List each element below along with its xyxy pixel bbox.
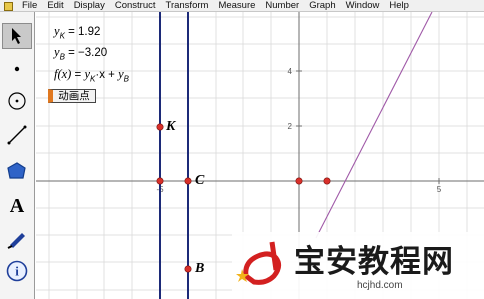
y-tick-2: 2 [288, 122, 293, 131]
watermark-url: hcjhd.com [357, 280, 403, 291]
text-tool-icon: A [9, 194, 25, 217]
straightedge-tool-icon [7, 125, 27, 145]
text-tool-button[interactable]: A [2, 193, 32, 219]
point-unit [323, 177, 331, 185]
menu-graph[interactable]: Graph [304, 0, 340, 12]
straightedge-tool-button[interactable] [2, 122, 32, 148]
point-b [184, 265, 192, 273]
point-tool-button[interactable] [2, 56, 32, 82]
compass-tool-icon [8, 92, 26, 110]
measurement-yk[interactable]: yK = 1.92 [54, 24, 100, 40]
point-k [156, 123, 164, 131]
polygon-tool-button[interactable] [2, 158, 32, 184]
menu-measure[interactable]: Measure [213, 0, 260, 12]
menu-help[interactable]: Help [384, 0, 414, 12]
point-label-b: B [195, 261, 205, 276]
point-k-projection [156, 177, 164, 185]
polygon-tool-icon [7, 162, 26, 179]
point-c [184, 177, 192, 185]
compass-tool-button[interactable] [2, 88, 32, 114]
menu-file[interactable]: File [17, 0, 42, 12]
app-icon [3, 1, 13, 11]
menu-number[interactable]: Number [260, 0, 304, 12]
menu-construct[interactable]: Construct [110, 0, 161, 12]
arrow-tool-icon [12, 28, 21, 44]
x-tick-5: 5 [437, 185, 442, 194]
function-line [315, 12, 433, 239]
marker-tool-icon [7, 233, 25, 249]
point-origin [295, 177, 303, 185]
toolbox: A i [0, 12, 35, 299]
watermark-title: 宝安教程网 [294, 244, 454, 280]
menu-window[interactable]: Window [341, 0, 385, 12]
information-tool-button[interactable]: i [2, 258, 32, 284]
menu-display[interactable]: Display [69, 0, 110, 12]
point-label-c: C [195, 173, 205, 188]
measurement-yb[interactable]: yB = −3.20 [54, 45, 107, 61]
watermark-logo-icon [236, 241, 282, 285]
animate-point-button[interactable]: 动画点 [48, 89, 96, 103]
y-tick-4: 4 [288, 67, 293, 76]
marker-tool-button[interactable] [2, 225, 32, 251]
arrow-tool-button[interactable] [2, 23, 32, 49]
menu-edit[interactable]: Edit [42, 0, 68, 12]
information-tool-icon: i [6, 260, 28, 282]
point-label-k: K [166, 119, 176, 134]
menu-transform[interactable]: Transform [161, 0, 214, 12]
menu-bar: File Edit Display Construct Transform Me… [0, 0, 484, 12]
function-definition[interactable]: f(x) = yK·x + yB [54, 67, 129, 83]
svg-text:i: i [15, 264, 19, 279]
point-tool-icon [14, 66, 20, 72]
